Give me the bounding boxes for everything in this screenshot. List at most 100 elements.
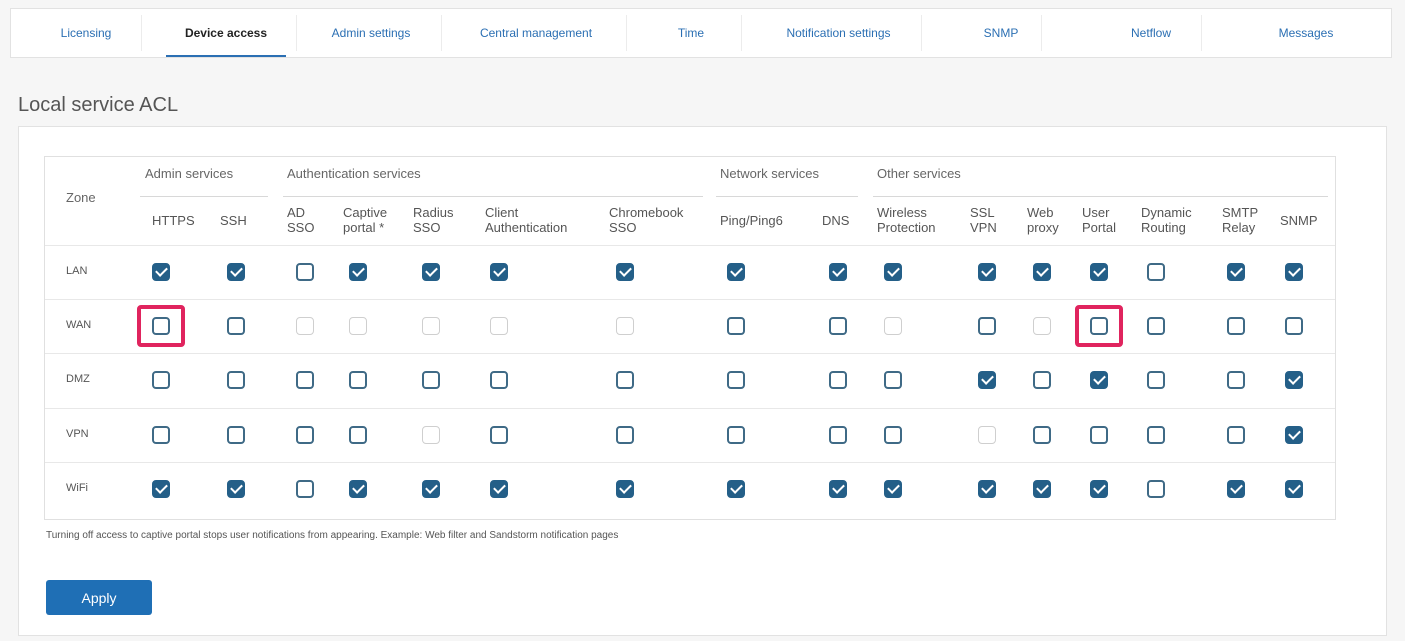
tab-divider [1041, 15, 1042, 51]
checkbox-wifi-smtp-relay[interactable] [1227, 480, 1245, 498]
checkbox-wifi-ad-sso[interactable] [296, 480, 314, 498]
checkbox-lan-client-auth[interactable] [490, 263, 508, 281]
checkbox-vpn-ad-sso[interactable] [296, 426, 314, 444]
tab-snmp[interactable]: SNMP [971, 9, 1031, 57]
checkbox-vpn-client-auth[interactable] [490, 426, 508, 444]
checkbox-dmz-dns[interactable] [829, 371, 847, 389]
checkbox-lan-captive-portal[interactable] [349, 263, 367, 281]
checkbox-dmz-captive-portal[interactable] [349, 371, 367, 389]
checkbox-wifi-ping[interactable] [727, 480, 745, 498]
checkbox-wan-ssh[interactable] [227, 317, 245, 335]
tab-divider [626, 15, 627, 51]
checkbox-wan-ssl-vpn[interactable] [978, 317, 996, 335]
column-header-dynamic-routing: Dynamic Routing [1141, 205, 1192, 235]
checkbox-vpn-smtp-relay[interactable] [1227, 426, 1245, 444]
checkbox-wifi-client-auth[interactable] [490, 480, 508, 498]
tab-device-access[interactable]: Device access [166, 9, 286, 57]
checkbox-lan-https[interactable] [152, 263, 170, 281]
tab-time[interactable]: Time [651, 9, 731, 57]
checkbox-dmz-dynamic-routing[interactable] [1147, 371, 1165, 389]
tab-divider [921, 15, 922, 51]
checkbox-wan-smtp-relay[interactable] [1227, 317, 1245, 335]
checkbox-lan-wireless-protection[interactable] [884, 263, 902, 281]
zone-label-vpn: VPN [66, 428, 89, 440]
column-header-radius-sso: Radius SSO [413, 205, 454, 235]
tab-notification-settings[interactable]: Notification settings [766, 9, 911, 57]
checkbox-vpn-dynamic-routing[interactable] [1147, 426, 1165, 444]
checkbox-dmz-https[interactable] [152, 371, 170, 389]
checkbox-lan-radius-sso[interactable] [422, 263, 440, 281]
checkbox-vpn-snmp[interactable] [1285, 426, 1303, 444]
checkbox-lan-chromebook-sso[interactable] [616, 263, 634, 281]
checkbox-vpn-web-proxy[interactable] [1033, 426, 1051, 444]
checkbox-wifi-dynamic-routing[interactable] [1147, 480, 1165, 498]
column-header-web-proxy: Web proxy [1027, 205, 1059, 235]
tab-netflow[interactable]: Netflow [1111, 9, 1191, 57]
checkbox-lan-dynamic-routing[interactable] [1147, 263, 1165, 281]
checkbox-wifi-ssh[interactable] [227, 480, 245, 498]
group-admin-services: Admin services [145, 166, 234, 181]
checkbox-dmz-ssh[interactable] [227, 371, 245, 389]
checkbox-wan-snmp[interactable] [1285, 317, 1303, 335]
tab-messages[interactable]: Messages [1251, 9, 1361, 57]
checkbox-lan-ssl-vpn[interactable] [978, 263, 996, 281]
checkbox-wan-dns[interactable] [829, 317, 847, 335]
row-divider [45, 299, 1335, 300]
checkbox-dmz-client-auth[interactable] [490, 371, 508, 389]
checkbox-dmz-smtp-relay[interactable] [1227, 371, 1245, 389]
column-header-snmp: SNMP [1280, 213, 1318, 228]
column-header-ssl-vpn: SSL VPN [970, 205, 997, 235]
checkbox-wan-ping[interactable] [727, 317, 745, 335]
checkbox-wifi-wireless-protection[interactable] [884, 480, 902, 498]
checkbox-wan-client-auth [490, 317, 508, 335]
checkbox-lan-snmp[interactable] [1285, 263, 1303, 281]
checkbox-wifi-chromebook-sso[interactable] [616, 480, 634, 498]
checkbox-vpn-ssh[interactable] [227, 426, 245, 444]
checkbox-lan-ad-sso[interactable] [296, 263, 314, 281]
checkbox-wifi-snmp[interactable] [1285, 480, 1303, 498]
checkbox-dmz-ping[interactable] [727, 371, 745, 389]
checkbox-lan-ping[interactable] [727, 263, 745, 281]
checkbox-wan-wireless-protection [884, 317, 902, 335]
checkbox-lan-smtp-relay[interactable] [1227, 263, 1245, 281]
checkbox-dmz-ad-sso[interactable] [296, 371, 314, 389]
tab-admin-settings[interactable]: Admin settings [311, 9, 431, 57]
tab-divider [441, 15, 442, 51]
checkbox-wifi-captive-portal[interactable] [349, 480, 367, 498]
checkbox-dmz-radius-sso[interactable] [422, 371, 440, 389]
checkbox-vpn-ping[interactable] [727, 426, 745, 444]
checkbox-vpn-https[interactable] [152, 426, 170, 444]
row-divider [45, 408, 1335, 409]
checkbox-vpn-captive-portal[interactable] [349, 426, 367, 444]
checkbox-wifi-ssl-vpn[interactable] [978, 480, 996, 498]
checkbox-vpn-chromebook-sso[interactable] [616, 426, 634, 444]
checkbox-vpn-user-portal[interactable] [1090, 426, 1108, 444]
checkbox-wan-chromebook-sso [616, 317, 634, 335]
checkbox-dmz-ssl-vpn[interactable] [978, 371, 996, 389]
checkbox-dmz-chromebook-sso[interactable] [616, 371, 634, 389]
checkbox-dmz-snmp[interactable] [1285, 371, 1303, 389]
checkbox-lan-user-portal[interactable] [1090, 263, 1108, 281]
checkbox-wifi-user-portal[interactable] [1090, 480, 1108, 498]
tab-licensing[interactable]: Licensing [41, 9, 131, 57]
zone-label-lan: LAN [66, 265, 88, 277]
checkbox-vpn-wireless-protection[interactable] [884, 426, 902, 444]
checkbox-wifi-web-proxy[interactable] [1033, 480, 1051, 498]
column-header-client-auth: Client Authentication [485, 205, 568, 235]
checkbox-dmz-user-portal[interactable] [1090, 371, 1108, 389]
checkbox-dmz-web-proxy[interactable] [1033, 371, 1051, 389]
checkbox-vpn-dns[interactable] [829, 426, 847, 444]
checkbox-dmz-wireless-protection[interactable] [884, 371, 902, 389]
tab-central-management[interactable]: Central management [456, 9, 616, 57]
checkbox-lan-ssh[interactable] [227, 263, 245, 281]
checkbox-wifi-https[interactable] [152, 480, 170, 498]
apply-button[interactable]: Apply [46, 580, 152, 615]
group-network-services: Network services [720, 166, 819, 181]
checkbox-wifi-radius-sso[interactable] [422, 480, 440, 498]
group-divider [873, 196, 1328, 197]
checkbox-lan-web-proxy[interactable] [1033, 263, 1051, 281]
checkbox-wan-dynamic-routing[interactable] [1147, 317, 1165, 335]
checkbox-wifi-dns[interactable] [829, 480, 847, 498]
checkbox-lan-dns[interactable] [829, 263, 847, 281]
group-authentication-services: Authentication services [287, 166, 421, 181]
